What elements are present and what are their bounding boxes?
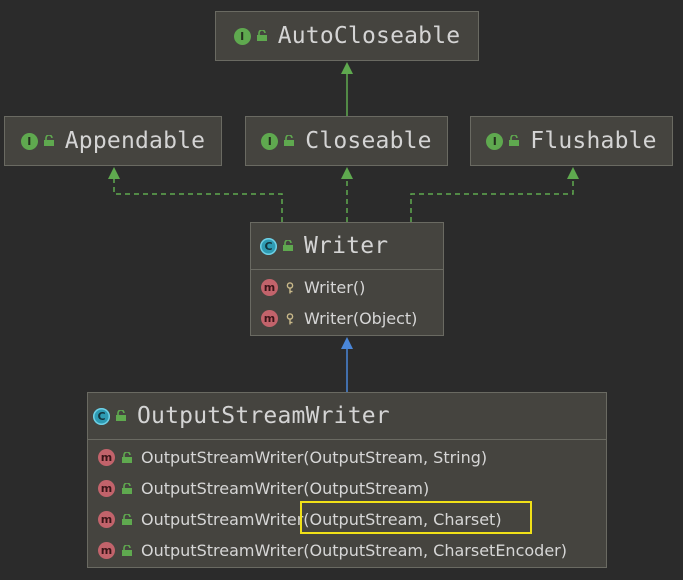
public-icon — [283, 240, 293, 251]
closeable-node[interactable]: I Closeable — [245, 116, 448, 166]
public-icon — [116, 410, 126, 421]
edge-writer-to-flushable — [410, 178, 574, 222]
member-row[interactable]: m OutputStreamWriter(OutputStream, Chars… — [88, 535, 606, 566]
edge-writer-to-appendable — [113, 178, 283, 222]
member-row[interactable]: m Writer(Object) — [251, 303, 443, 334]
interface-icon: I — [20, 132, 38, 150]
member-label: OutputStreamWriter(OutputStream, Charset… — [141, 541, 567, 560]
interface-icon: I — [486, 132, 504, 150]
method-icon: m — [98, 511, 115, 528]
member-label: OutputStreamWriter(OutputStream, String) — [141, 448, 488, 467]
member-row[interactable]: m OutputStreamWriter(OutputStream, Strin… — [88, 442, 606, 473]
writer-header: C Writer — [251, 223, 443, 270]
protected-key-icon — [286, 281, 294, 293]
method-icon: m — [261, 279, 278, 296]
public-icon — [509, 135, 520, 146]
outputstreamwriter-header: C OutputStreamWriter — [88, 393, 606, 440]
arrow-head-flushable — [567, 167, 579, 179]
protected-key-icon — [286, 312, 294, 324]
outputstreamwriter-node[interactable]: C OutputStreamWriter m OutputStreamWrite… — [87, 392, 607, 568]
public-icon — [122, 482, 132, 494]
arrow-head-appendable — [108, 167, 120, 179]
arrow-head-closeable — [341, 167, 353, 179]
writer-node[interactable]: C Writer m Writer() m Writer(Object) — [250, 222, 444, 336]
outputstreamwriter-title: OutputStreamWriter — [137, 403, 390, 429]
member-row[interactable]: m OutputStreamWriter(OutputStream) — [88, 473, 606, 504]
public-icon — [284, 135, 295, 146]
closeable-title: Closeable — [305, 128, 432, 154]
class-icon: C — [93, 407, 110, 425]
member-label: OutputStreamWriter(OutputStream) — [141, 479, 430, 498]
method-icon: m — [261, 310, 278, 327]
method-icon: m — [98, 542, 115, 559]
flushable-header: I Flushable — [471, 117, 672, 165]
appendable-node[interactable]: I Appendable — [4, 116, 222, 166]
writer-members: m Writer() m Writer(Object) — [251, 270, 443, 334]
highlight-box — [300, 501, 532, 534]
interface-icon: I — [233, 27, 251, 45]
arrow-head-autocloseable — [341, 62, 353, 74]
public-icon — [256, 30, 267, 41]
method-icon: m — [98, 449, 115, 466]
writer-title: Writer — [304, 233, 389, 259]
appendable-header: I Appendable — [5, 117, 221, 165]
flushable-node[interactable]: I Flushable — [470, 116, 673, 166]
flushable-title: Flushable — [530, 128, 657, 154]
public-icon — [122, 544, 132, 556]
autocloseable-node[interactable]: I AutoCloseable — [215, 11, 479, 61]
interface-icon: I — [261, 132, 279, 150]
public-icon — [43, 135, 54, 146]
member-label: Writer(Object) — [304, 309, 418, 328]
class-icon: C — [260, 237, 277, 255]
public-icon — [122, 513, 132, 525]
public-icon — [122, 451, 132, 463]
closeable-header: I Closeable — [246, 117, 447, 165]
arrow-head-writer — [341, 337, 353, 349]
method-icon: m — [98, 480, 115, 497]
appendable-title: Appendable — [64, 128, 206, 154]
member-label: Writer() — [304, 278, 366, 297]
member-row[interactable]: m Writer() — [251, 272, 443, 303]
autocloseable-header: I AutoCloseable — [216, 12, 478, 60]
autocloseable-title: AutoCloseable — [277, 23, 461, 49]
